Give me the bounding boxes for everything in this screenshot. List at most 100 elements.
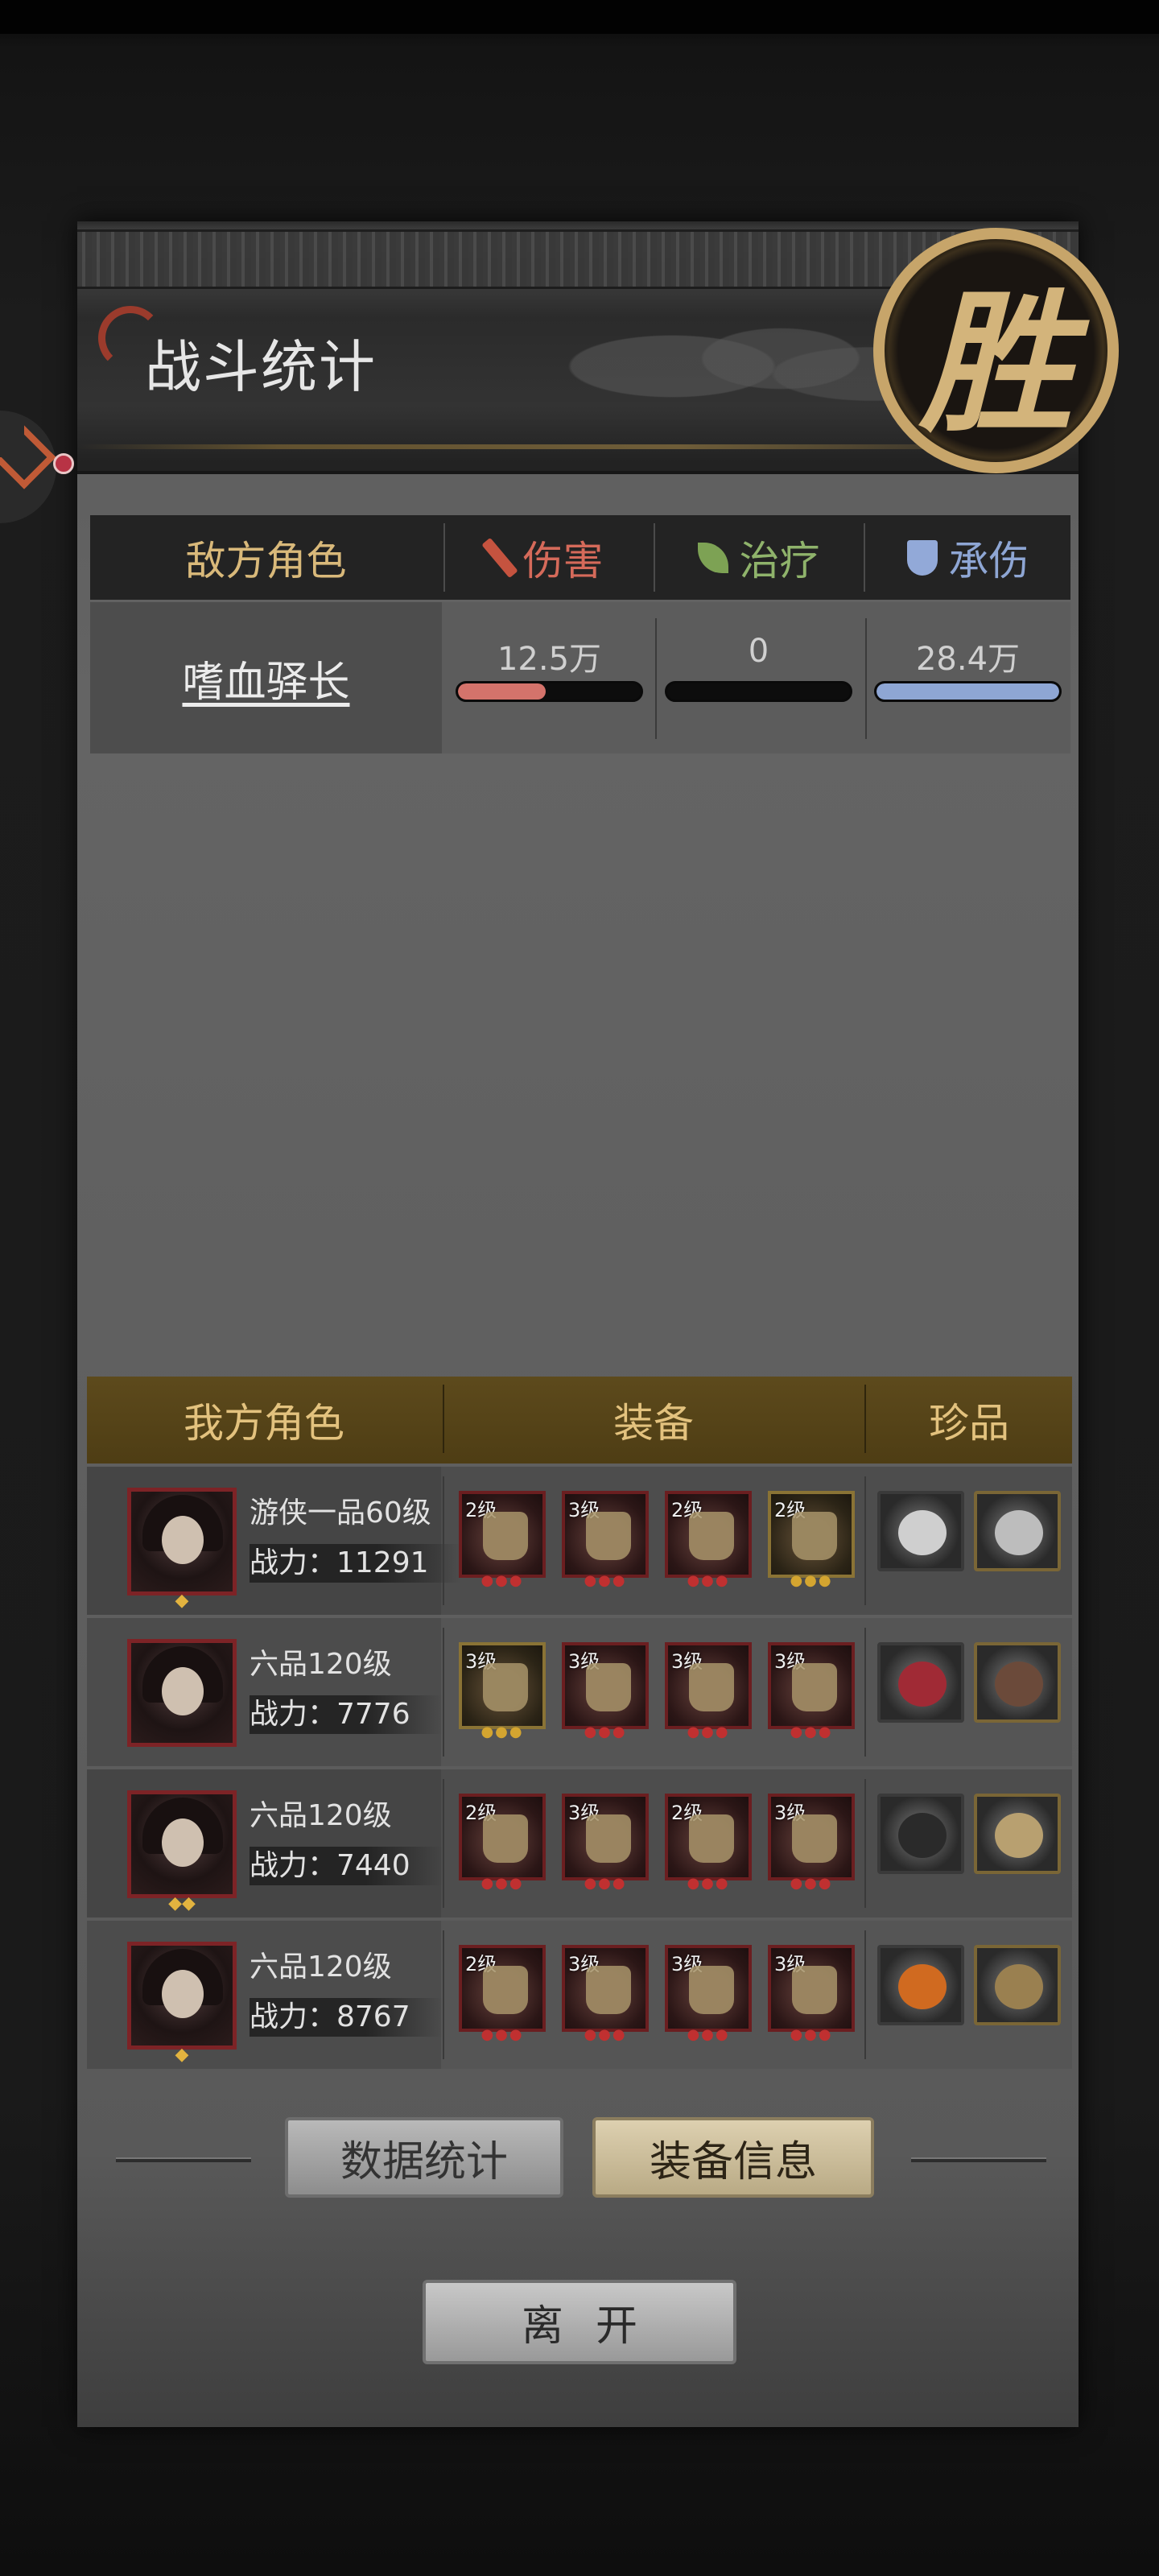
header-damage: 伤害 — [445, 515, 652, 600]
quality-pips: ●●● — [481, 1875, 524, 1892]
equipment-slot[interactable]: 3级 ●●● — [665, 1945, 752, 2043]
equipment-slot[interactable]: 2级 ●●● — [459, 1491, 546, 1589]
ally-power: 战力：7440 — [250, 1847, 443, 1885]
equipment-slot[interactable]: 3级 ●●● — [768, 1642, 855, 1740]
avatar[interactable] — [127, 1942, 237, 2050]
quality-pips: ●●● — [790, 1572, 833, 1589]
equipment-slot[interactable]: 2级 ●●● — [665, 1491, 752, 1589]
equipment-icon — [586, 1966, 631, 2014]
ally-rank: 游侠一品60级 — [250, 1496, 431, 1530]
quality-pips: ●●● — [687, 1724, 730, 1740]
equipment-slot[interactable]: 3级 ●●● — [459, 1642, 546, 1740]
taken-value: 28.4万 — [915, 641, 1021, 678]
enemy-name-link[interactable]: 嗜血驿长 — [182, 648, 349, 708]
taken-bar-fill — [876, 683, 1059, 700]
equipment-icon — [689, 1663, 734, 1711]
black-box-icon — [898, 1813, 947, 1858]
quality-pips: ●●● — [584, 1724, 627, 1740]
healing-stat: 0 — [660, 602, 857, 753]
enemy-row: 嗜血驿长 12.5万 0 28.4万 — [90, 602, 1070, 753]
ally-row: ◆◆ 六品120级 战力：7440 2级 ●●● 3级 ●●● 2级 ●●● 3级 ●●● — [87, 1769, 1072, 1918]
ally-power: 战力：11291 — [250, 1544, 461, 1583]
equipment-slot[interactable]: 3级 ●●● — [665, 1642, 752, 1740]
ally-row: ◆ 游侠一品60级 战力：11291 2级 ●●● 3级 ●●● 2级 ●●● 2级 ●●● — [87, 1467, 1072, 1615]
equipment-slot[interactable]: 3级 ●●● — [562, 1945, 649, 2043]
equipment-slot[interactable]: 3级 ●●● — [768, 1794, 855, 1892]
ally-info: ◆ 六品120级 战力：8767 — [87, 1921, 443, 2069]
divider-left — [116, 2157, 251, 2162]
healing-value: 0 — [748, 633, 769, 670]
wolf-statue-icon — [898, 1510, 947, 1555]
avatar[interactable] — [127, 1488, 237, 1596]
quality-pips: ●●● — [481, 1572, 524, 1589]
ally-rank: 六品120级 — [250, 1648, 392, 1681]
sword-icon — [481, 537, 518, 578]
equipment-slot[interactable]: 3级 ●●● — [768, 1945, 855, 2043]
quality-pips: ●●● — [584, 2026, 627, 2043]
equipment-icon — [792, 1966, 837, 2014]
red-fan-icon — [898, 1662, 947, 1707]
quality-pips: ●●● — [790, 1724, 833, 1740]
quality-pips: ●●● — [481, 2026, 524, 2043]
avatar[interactable] — [127, 1639, 237, 1747]
cloth-pouch-icon — [995, 1662, 1043, 1707]
lion-statue-icon — [995, 1510, 1043, 1555]
quality-pips: ●●● — [687, 1875, 730, 1892]
quality-pips: ●●● — [584, 1875, 627, 1892]
equipment-icon — [483, 1814, 528, 1863]
treasure-slot[interactable] — [974, 1794, 1061, 1874]
equipment-slot[interactable]: 2级 ●●● — [459, 1945, 546, 2043]
feather-ornament-icon — [995, 1964, 1043, 2009]
treasure-slot[interactable] — [877, 1491, 964, 1571]
equipment-icon — [689, 1512, 734, 1560]
avatar[interactable] — [127, 1790, 237, 1898]
data-stats-button[interactable]: 数据统计 — [285, 2117, 563, 2198]
treasure-slot[interactable] — [877, 1642, 964, 1723]
ally-row: 六品120级 战力：7776 3级 ●●● 3级 ●●● 3级 ●●● 3级 ●●● — [87, 1618, 1072, 1766]
equipment-slot[interactable]: 3级 ●●● — [562, 1491, 649, 1589]
notification-dot — [53, 453, 74, 474]
healing-bar — [665, 681, 852, 702]
taken-stat: 28.4万 — [869, 602, 1066, 753]
header-taken-label: 承伤 — [948, 537, 1029, 584]
quality-pips: ●●● — [687, 2026, 730, 2043]
ally-row: ◆ 六品120级 战力：8767 2级 ●●● 3级 ●●● 3级 ●●● 3级 ●●● — [87, 1921, 1072, 2069]
treasure-slot[interactable] — [974, 1491, 1061, 1571]
ally-rank: 六品120级 — [250, 1799, 392, 1832]
equipment-slot[interactable]: 2级 ●●● — [768, 1491, 855, 1589]
ally-table-header: 我方角色 装备 珍品 — [87, 1377, 1072, 1463]
quality-pips: ●●● — [790, 2026, 833, 2043]
equipment-icon — [586, 1512, 631, 1560]
treasure-slot[interactable] — [974, 1945, 1061, 2025]
treasure-slot[interactable] — [974, 1642, 1061, 1723]
header-taken: 承伤 — [865, 515, 1070, 600]
treasure-slot[interactable] — [877, 1794, 964, 1874]
header-healing-label: 治疗 — [739, 537, 820, 584]
enemy-table-header: 敌方角色 伤害 治疗 承伤 — [90, 515, 1070, 600]
header-treasure: 珍品 — [929, 1400, 1009, 1447]
equipment-icon — [483, 1512, 528, 1560]
equipment-slot[interactable]: 3级 ●●● — [562, 1794, 649, 1892]
equipment-slot[interactable]: 3级 ●●● — [562, 1642, 649, 1740]
shield-icon — [906, 539, 938, 576]
equipment-icon — [689, 1814, 734, 1863]
rank-gems: ◆◆ — [168, 1893, 196, 1913]
quality-pips: ●●● — [584, 1572, 627, 1589]
equipment-info-button[interactable]: 装备信息 — [592, 2117, 874, 2198]
ally-info: ◆◆ 六品120级战力：7440 — [87, 1769, 443, 1918]
victory-glyph: 胜 — [919, 274, 1073, 453]
ally-power: 战力：8767 — [250, 1998, 443, 2037]
damage-bar-fill — [458, 683, 546, 700]
quality-pips: ●●● — [790, 1875, 833, 1892]
comb-icon — [995, 1813, 1043, 1858]
leave-button[interactable]: 离开 — [423, 2280, 736, 2364]
taken-bar — [874, 681, 1062, 702]
quality-pips: ●●● — [687, 1572, 730, 1589]
equipment-slot[interactable]: 2级 ●●● — [665, 1794, 752, 1892]
enemy-name-cell[interactable]: 嗜血驿长 — [90, 602, 442, 753]
equipment-slot[interactable]: 2级 ●●● — [459, 1794, 546, 1892]
header-ally-role: 我方角色 — [184, 1400, 344, 1447]
rank-gems — [158, 1742, 206, 1761]
ally-info: 六品120级 战力：7776 — [87, 1618, 443, 1766]
treasure-slot[interactable] — [877, 1945, 964, 2025]
